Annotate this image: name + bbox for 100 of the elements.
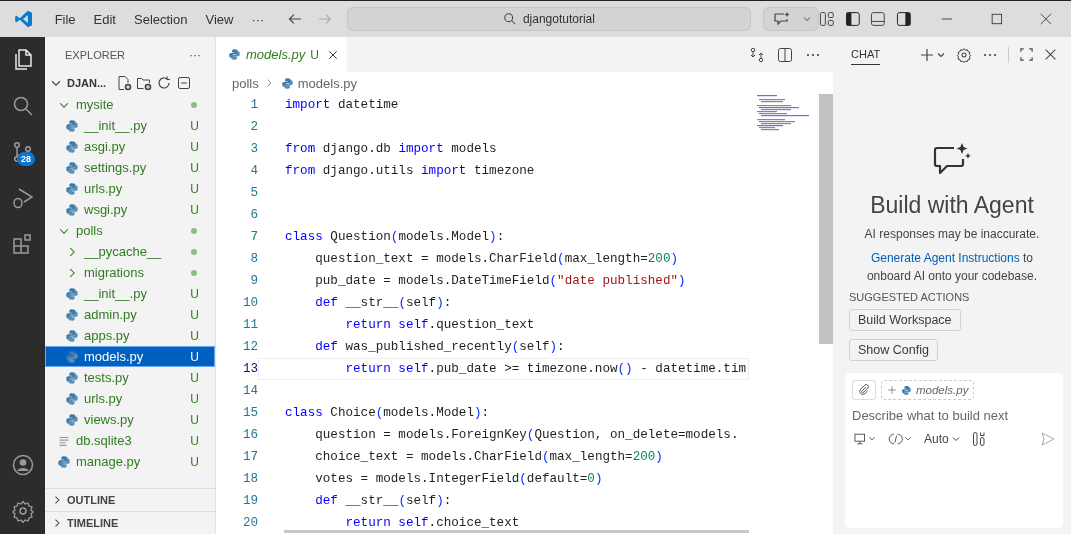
- file-tree-item[interactable]: views.py U: [45, 409, 215, 430]
- customize-layout-icon[interactable]: [819, 11, 835, 27]
- code-line: return self.question_text: [344, 318, 535, 332]
- context-file-chip[interactable]: models.py: [881, 380, 975, 400]
- line-number: 17: [241, 450, 258, 464]
- code-line: def was_published_recently(self):: [314, 340, 565, 354]
- breadcrumb-item[interactable]: models.py: [297, 75, 357, 91]
- toggle-panel-icon[interactable]: [870, 11, 887, 27]
- python-file-icon: [65, 391, 79, 406]
- code-line: import datetime: [285, 98, 399, 112]
- python-file-icon: [65, 349, 79, 364]
- chat-tab[interactable]: CHAT: [851, 44, 881, 65]
- person-icon: [10, 453, 35, 477]
- section-header[interactable]: TIMELINE: [45, 511, 215, 534]
- chat-heading: Build with Agent: [870, 192, 1034, 219]
- menu-item[interactable]: Selection: [125, 11, 197, 27]
- file-tree-item[interactable]: __init__.py U: [45, 115, 215, 136]
- file-tree-item[interactable]: __init__.py U: [45, 283, 215, 304]
- file-tree-item[interactable]: migrations: [45, 262, 215, 283]
- file-tree-item[interactable]: urls.py U: [45, 388, 215, 409]
- model-picker[interactable]: Auto: [924, 432, 961, 446]
- toggle-secondary-sidebar-icon[interactable]: [896, 11, 912, 27]
- file-tree-item[interactable]: apps.py U: [45, 325, 215, 346]
- maximize-icon[interactable]: [989, 12, 1004, 26]
- menu-item[interactable]: Edit: [84, 11, 125, 27]
- attach-button[interactable]: [852, 380, 876, 400]
- chat-input-field[interactable]: models.py Describe what to build next Auto: [845, 373, 1063, 528]
- file-tree-item[interactable]: settings.py U: [45, 157, 215, 178]
- agent-mode-dropdown-icon[interactable]: [888, 432, 914, 446]
- count-badge: 28: [17, 152, 35, 166]
- new-chat-icon[interactable]: [920, 46, 946, 63]
- split-editor-icon[interactable]: [777, 46, 793, 63]
- python-file-icon: [57, 454, 71, 469]
- suggested-action-button[interactable]: Show Config: [849, 339, 938, 361]
- git-status: U: [190, 307, 199, 322]
- python-file-icon: [65, 328, 79, 343]
- settings-icon[interactable]: [956, 46, 972, 63]
- file-tree-item[interactable]: models.py U: [45, 346, 215, 367]
- toggle-sidebar-icon[interactable]: [844, 11, 861, 27]
- line-number: 6: [249, 208, 258, 222]
- code-line: class Question(models.Model):: [285, 230, 505, 244]
- menu-item[interactable]: View: [196, 11, 243, 27]
- git-status: U: [190, 349, 199, 364]
- git-status: U: [190, 412, 199, 427]
- back-arrow-icon[interactable]: [287, 11, 304, 27]
- git-status: U: [190, 118, 199, 133]
- file-tree-item[interactable]: asgi.py U: [45, 136, 215, 157]
- more-menu[interactable]: ···: [242, 11, 274, 27]
- code-line: question_text = models.CharField(max_length=200): [314, 252, 679, 266]
- file-tree-item[interactable]: __pycache__: [45, 241, 215, 262]
- file-tree-item[interactable]: manage.py U: [45, 451, 215, 472]
- python-file-icon: [65, 307, 79, 322]
- scrollbar-thumb[interactable]: [819, 94, 833, 344]
- file-tree-item[interactable]: db.sqlite3 U: [45, 430, 215, 451]
- python-file-icon: [65, 286, 79, 301]
- file-tree-item[interactable]: tests.py U: [45, 367, 215, 388]
- context-file-name: models.py: [916, 384, 969, 396]
- code-line: question = models.ForeignKey(Question, on_delete=models.: [314, 428, 739, 442]
- close-icon[interactable]: [1044, 48, 1057, 61]
- new-folder-icon[interactable]: [136, 75, 153, 91]
- monitor-dropdown-icon[interactable]: [852, 432, 878, 446]
- disclaimer-text: AI responses may be inaccurate.: [863, 226, 1041, 243]
- command-center-search[interactable]: djangotutorial: [346, 7, 752, 31]
- workspace-folder-title[interactable]: DJAN...: [67, 77, 107, 89]
- line-number: 7: [249, 230, 258, 244]
- breadcrumb-item[interactable]: polls: [232, 75, 259, 91]
- code-line: class Choice(models.Model):: [285, 406, 490, 420]
- new-file-icon[interactable]: [116, 75, 133, 91]
- git-status: U: [190, 202, 199, 217]
- file-tree-item[interactable]: urls.py U: [45, 178, 215, 199]
- horizontal-scrollbar[interactable]: [284, 530, 749, 533]
- file-tree-item[interactable]: wsgi.py U: [45, 199, 215, 220]
- generate-instructions-link[interactable]: Generate Agent Instructions: [870, 251, 1020, 265]
- line-number: 2: [249, 120, 258, 134]
- section-header[interactable]: OUTLINE: [45, 488, 215, 511]
- line-number: 12: [241, 340, 258, 354]
- menu-item[interactable]: File: [45, 11, 85, 27]
- compare-changes-icon[interactable]: [749, 46, 765, 63]
- chat-menu-button[interactable]: [763, 7, 820, 31]
- suggested-action-button[interactable]: Build Workspace: [849, 309, 961, 331]
- line-number: 1: [249, 98, 258, 112]
- chevron-down-icon: [950, 434, 961, 444]
- refresh-icon[interactable]: [156, 75, 173, 91]
- tools-icon[interactable]: [970, 431, 987, 447]
- line-number: 19: [241, 494, 258, 508]
- section-title: TIMELINE: [67, 517, 119, 529]
- app-logo-icon: [14, 9, 34, 29]
- more-actions-button[interactable]: ···: [189, 47, 201, 62]
- instructions-text: Generate Agent Instructions to onboard AI onto your codebase.: [865, 250, 1039, 285]
- code-line: choice_text = models.CharField(max_length=200): [314, 450, 663, 464]
- git-status: U: [190, 181, 199, 196]
- collapse-all-icon[interactable]: [176, 75, 193, 91]
- editor-tab[interactable]: models.py U: [216, 37, 347, 72]
- maximize-icon[interactable]: [1019, 47, 1034, 62]
- git-status: U: [190, 433, 199, 448]
- file-tree-item[interactable]: mysite: [45, 94, 215, 115]
- file-tree-item[interactable]: admin.py U: [45, 304, 215, 325]
- file-tree-item[interactable]: polls: [45, 220, 215, 241]
- source-control-view-button[interactable]: 28: [0, 129, 45, 175]
- close-icon[interactable]: [326, 48, 339, 61]
